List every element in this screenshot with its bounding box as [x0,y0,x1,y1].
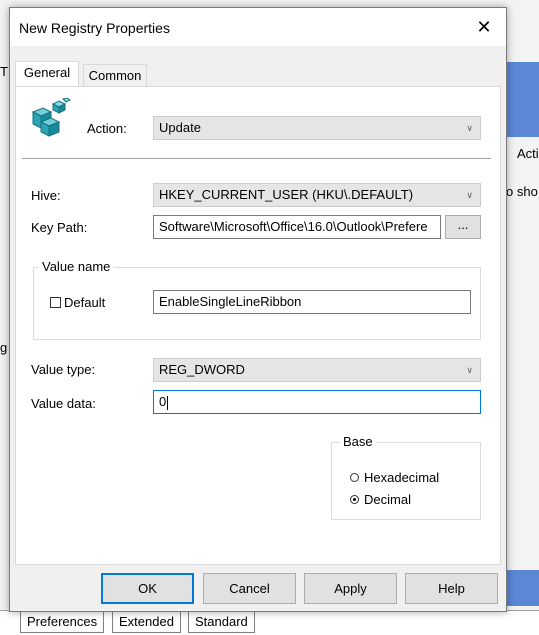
hexadecimal-radio[interactable] [350,473,359,482]
value-name-group-label: Value name [39,259,114,274]
registry-properties-dialog: New Registry Properties ✕ General Common… [9,7,507,612]
chevron-down-icon: ∨ [466,190,473,200]
title-bar: New Registry Properties ✕ [10,8,506,46]
browse-key-path-button[interactable]: ... [445,215,481,239]
value-type-value: REG_DWORD [159,362,245,377]
chevron-down-icon: ∨ [466,123,473,133]
value-name-field[interactable]: EnableSingleLineRibbon [153,290,471,314]
help-button[interactable]: Help [405,573,498,604]
chevron-down-icon: ∨ [466,365,473,375]
action-dropdown[interactable]: Update ∨ [153,116,481,140]
separator [22,158,491,159]
background-footer-panel [505,570,539,606]
value-data-value: 0 [159,394,167,409]
action-value: Update [159,120,201,135]
close-icon: ✕ [476,17,492,37]
default-checkbox[interactable] [50,297,61,308]
registry-editor-icon [31,98,71,137]
value-data-label: Value data: [31,396,96,411]
decimal-radio[interactable] [350,495,359,504]
key-path-field[interactable]: Software\Microsoft\Office\16.0\Outlook\P… [153,215,441,239]
action-label: Action: [87,121,127,136]
ok-button[interactable]: OK [101,573,194,604]
value-type-dropdown[interactable]: REG_DWORD ∨ [153,358,481,382]
hive-value: HKEY_CURRENT_USER (HKU\.DEFAULT) [159,187,414,202]
value-data-field[interactable]: 0 [153,390,481,414]
default-checkbox-label: Default [64,295,106,310]
hive-dropdown[interactable]: HKEY_CURRENT_USER (HKU\.DEFAULT) ∨ [153,183,481,207]
hive-label: Hive: [31,188,61,203]
background-text-fragment: o sho [506,184,538,199]
background-text-fragment: T [0,64,8,79]
tab-standard[interactable]: Standard [188,612,255,633]
close-button[interactable]: ✕ [462,8,506,46]
tab-extended[interactable]: Extended [112,612,181,633]
tab-preferences[interactable]: Preferences [20,612,105,633]
apply-button[interactable]: Apply [304,573,397,604]
dialog-title: New Registry Properties [19,20,170,36]
tab-general[interactable]: General [15,61,79,87]
hexadecimal-radio-label: Hexadecimal [364,470,440,485]
key-path-label: Key Path: [31,220,88,235]
background-header-panel [505,62,539,137]
decimal-radio-label: Decimal [364,492,411,507]
value-type-label: Value type: [31,362,96,377]
background-text-fragment: Acti [517,146,539,161]
text-cursor [167,395,169,410]
cancel-button[interactable]: Cancel [203,573,296,604]
base-group-label: Base [340,434,376,449]
tab-common[interactable]: Common [83,64,147,88]
background-text-fragment: g [0,340,8,355]
